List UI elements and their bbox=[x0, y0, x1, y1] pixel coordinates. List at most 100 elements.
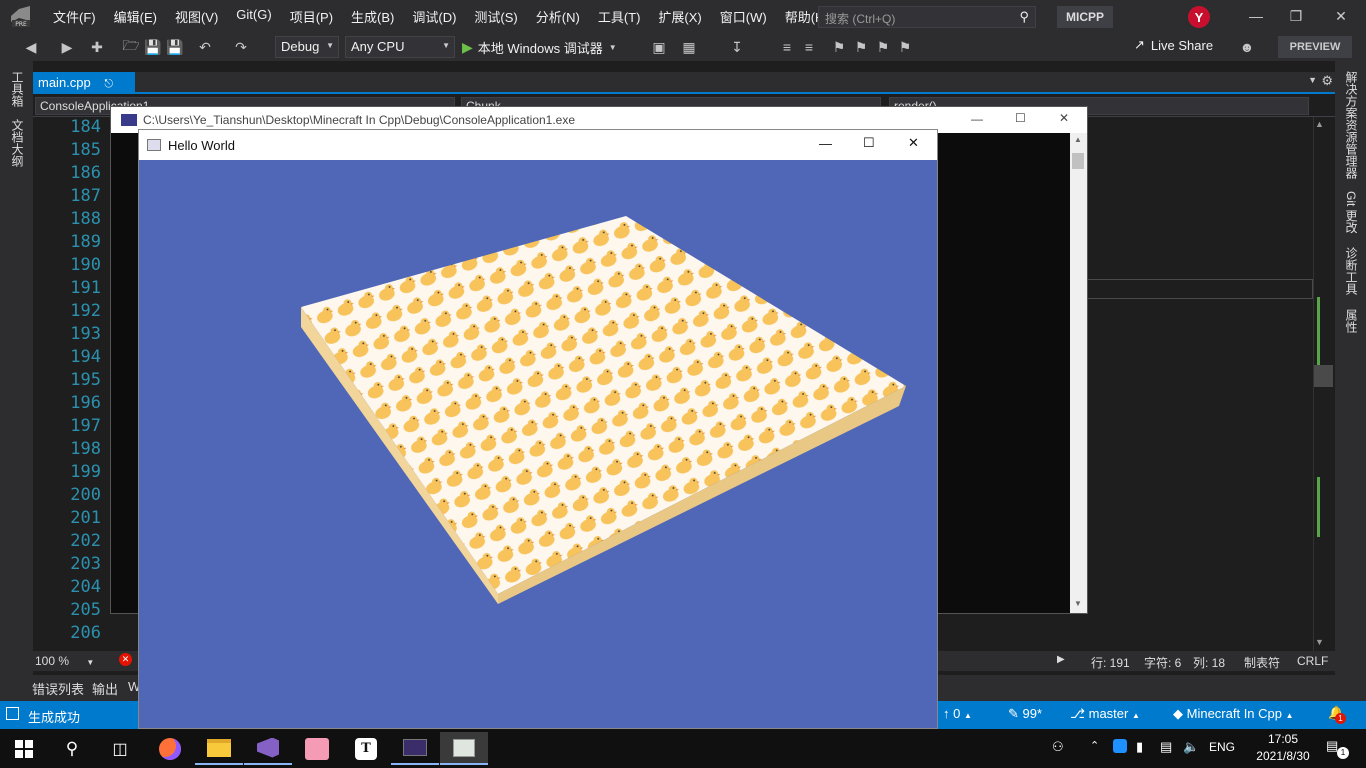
tray-app-icon[interactable] bbox=[1113, 739, 1127, 753]
start-debugging-button[interactable]: ▶ 本地 Windows 调试器 ▼ bbox=[462, 36, 617, 58]
console-scrollbar[interactable]: ▲ ▼ bbox=[1070, 133, 1087, 613]
step-icon[interactable]: ↧ bbox=[728, 37, 746, 57]
search-icon[interactable]: ⚲ bbox=[48, 732, 96, 765]
column-indicator[interactable]: 列: 18 bbox=[1193, 654, 1225, 671]
push-button[interactable]: ↑ 0 ▲ bbox=[943, 706, 972, 721]
file-explorer-icon[interactable] bbox=[195, 732, 243, 765]
menu-item[interactable]: 窗口(W) bbox=[711, 7, 776, 26]
branch-button[interactable]: ⎇ master ▲ bbox=[1070, 706, 1140, 722]
start-button[interactable] bbox=[0, 732, 48, 765]
opengl-taskbar-icon[interactable] bbox=[440, 732, 488, 765]
error-icon[interactable]: ✕ bbox=[119, 653, 132, 666]
gear-icon[interactable]: ⚙ bbox=[1321, 73, 1333, 89]
close-button[interactable]: ✕ bbox=[1318, 4, 1364, 28]
chevron-down-icon[interactable]: ▼ bbox=[1315, 637, 1324, 647]
console-taskbar-icon[interactable] bbox=[391, 732, 439, 765]
people-icon[interactable]: ⚇ bbox=[1052, 739, 1064, 755]
scroll-thumb[interactable] bbox=[1072, 153, 1084, 169]
solution-name-badge[interactable]: MICPP bbox=[1057, 6, 1113, 28]
line-ending-indicator[interactable]: CRLF bbox=[1297, 654, 1328, 668]
toolbox-tab[interactable]: 工具箱 bbox=[9, 71, 26, 107]
restore-button[interactable]: ❐ bbox=[1273, 4, 1319, 28]
close-button[interactable]: ✕ bbox=[1059, 111, 1069, 125]
comment-icon[interactable]: ≡ bbox=[800, 37, 818, 57]
tabs-indicator[interactable]: 制表符 bbox=[1244, 654, 1280, 671]
save-icon[interactable]: 💾 bbox=[144, 37, 162, 57]
repository-button[interactable]: ◆ Minecraft In Cpp ▲ bbox=[1173, 706, 1294, 722]
format-icon[interactable]: ≡ bbox=[778, 37, 796, 57]
back-icon[interactable]: ◀ bbox=[22, 37, 40, 57]
bookmark-icon[interactable]: ⚑ bbox=[830, 37, 848, 57]
minimize-button[interactable]: — bbox=[971, 112, 983, 126]
menu-item[interactable]: 扩展(X) bbox=[649, 7, 710, 26]
network-icon[interactable]: ▤ bbox=[1160, 739, 1172, 755]
menu-item[interactable]: 工具(T) bbox=[589, 7, 650, 26]
feedback-icon[interactable]: ☻ bbox=[1238, 37, 1256, 57]
chevron-up-icon[interactable]: ▲ bbox=[1074, 135, 1082, 144]
configuration-dropdown[interactable]: Debug ▼ bbox=[275, 36, 339, 58]
changes-button[interactable]: ✎ 99* bbox=[1008, 706, 1042, 722]
save-all-icon[interactable]: 💾 bbox=[166, 37, 184, 57]
typora-icon[interactable]: T bbox=[342, 732, 390, 765]
menu-item[interactable]: 生成(B) bbox=[342, 7, 403, 26]
bookmark-clear-icon[interactable]: ⚑ bbox=[896, 37, 914, 57]
forward-icon[interactable]: ▶ bbox=[58, 37, 76, 57]
chevron-down-icon[interactable]: ▼ bbox=[609, 43, 617, 52]
menu-item[interactable]: Git(G) bbox=[227, 7, 280, 26]
maximize-button[interactable]: ☐ bbox=[1015, 111, 1026, 125]
document-outline-tab[interactable]: 文档大纲 bbox=[9, 119, 26, 167]
tab-output[interactable]: 输出 bbox=[92, 679, 118, 698]
preview-button[interactable]: PREVIEW bbox=[1278, 36, 1352, 58]
menu-item[interactable]: 视图(V) bbox=[166, 7, 227, 26]
bilibili-icon[interactable] bbox=[293, 732, 341, 765]
visual-studio-preview-icon[interactable] bbox=[244, 732, 292, 765]
diagnostics-tab[interactable]: 诊断工具 bbox=[1343, 247, 1360, 295]
chevron-up-icon[interactable]: ⌃ bbox=[1090, 739, 1099, 752]
search-input[interactable]: 搜索 (Ctrl+Q) ⚲ bbox=[818, 6, 1036, 28]
properties-tab[interactable]: 属性 bbox=[1343, 309, 1360, 333]
line-indicator[interactable]: 行: 191 bbox=[1091, 654, 1130, 671]
git-changes-tab[interactable]: Git 更改 bbox=[1343, 191, 1360, 234]
redo-icon[interactable]: ↷ bbox=[232, 37, 250, 57]
chevron-down-icon[interactable]: ▼ bbox=[1074, 599, 1082, 608]
minimize-button[interactable]: — bbox=[819, 136, 832, 151]
tab-error-list[interactable]: 错误列表 bbox=[32, 679, 84, 698]
chevron-up-icon[interactable]: ▲ bbox=[1315, 119, 1324, 129]
editor-scrollbar[interactable]: ▲ ▼ bbox=[1313, 117, 1333, 651]
visual-studio-logo-icon[interactable]: PRE bbox=[8, 5, 34, 28]
scroll-thumb[interactable] bbox=[1314, 365, 1333, 387]
volume-icon[interactable]: 🔈 bbox=[1183, 739, 1199, 755]
new-project-icon[interactable]: ✚ bbox=[88, 37, 106, 57]
undo-icon[interactable]: ↶ bbox=[196, 37, 214, 57]
avatar[interactable]: Y bbox=[1188, 6, 1210, 28]
live-share-button[interactable]: ↗ Live Share bbox=[1134, 37, 1213, 53]
platform-dropdown[interactable]: Any CPU ▼ bbox=[345, 36, 455, 58]
menu-item[interactable]: 编辑(E) bbox=[105, 7, 166, 26]
battery-icon[interactable]: ▮ bbox=[1136, 739, 1143, 755]
char-indicator[interactable]: 字符: 6 bbox=[1144, 654, 1181, 671]
menu-item[interactable]: 文件(F) bbox=[44, 7, 105, 26]
menu-item[interactable]: 调试(D) bbox=[403, 7, 465, 26]
chevron-down-icon[interactable]: ▼ bbox=[1308, 75, 1317, 85]
opengl-title-bar[interactable]: Hello World — ☐ ✕ bbox=[139, 130, 937, 160]
scroll-right-icon[interactable]: ▶ bbox=[1057, 654, 1065, 665]
task-view-icon[interactable]: ◫ bbox=[96, 732, 144, 765]
pin-icon[interactable]: ⎋ bbox=[104, 78, 113, 90]
tab-main-cpp[interactable]: main.cpp ⎋ ✕ bbox=[33, 72, 135, 106]
bookmark-prev-icon[interactable]: ⚑ bbox=[852, 37, 870, 57]
menu-item[interactable]: 分析(N) bbox=[527, 7, 589, 26]
zoom-dropdown[interactable]: 100 % ▼ bbox=[35, 654, 94, 668]
solution-explorer-tab[interactable]: 解决方案资源管理器 bbox=[1343, 71, 1360, 179]
search-icon[interactable]: ⚲ bbox=[1019, 9, 1029, 25]
input-language[interactable]: ENG bbox=[1209, 740, 1235, 754]
close-button[interactable]: ✕ bbox=[908, 135, 919, 151]
camera-icon[interactable]: ▣ bbox=[650, 37, 668, 57]
menu-item[interactable]: 项目(P) bbox=[281, 7, 342, 26]
bookmark-next-icon[interactable]: ⚑ bbox=[874, 37, 892, 57]
firefox-icon[interactable] bbox=[146, 732, 194, 765]
open-folder-icon[interactable]: 🗁 bbox=[122, 37, 140, 57]
clock[interactable]: 17:05 2021/8/30 bbox=[1248, 732, 1318, 763]
notifications-button[interactable]: 🔔 1 bbox=[1328, 705, 1346, 724]
window-layout-icon[interactable]: ▦ bbox=[680, 37, 698, 57]
menu-item[interactable]: 测试(S) bbox=[465, 7, 526, 26]
